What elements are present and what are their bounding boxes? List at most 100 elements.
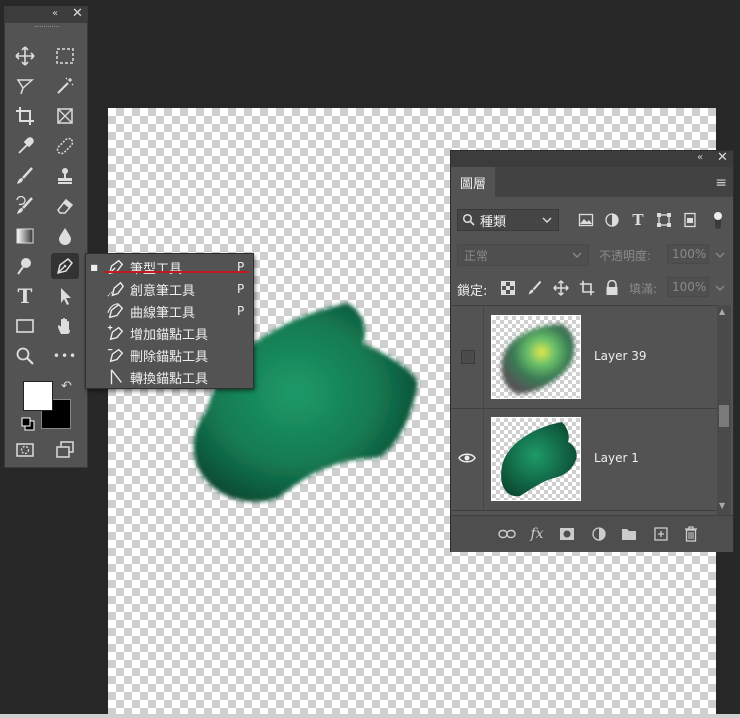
flyout-item-add-anchor[interactable]: 增加錨點工具	[86, 322, 253, 344]
new-layer-button[interactable]	[651, 524, 671, 544]
lock-all-icon[interactable]	[605, 280, 619, 296]
filter-type-button[interactable]: T	[629, 211, 647, 229]
adjustment-layer-button[interactable]	[589, 524, 609, 544]
quick-mask-icon	[16, 443, 34, 457]
move-tool[interactable]	[11, 43, 39, 69]
panel-menu-icon[interactable]: ≡	[715, 175, 727, 191]
eraser-icon	[57, 198, 74, 214]
flyout-item-freeform-pen[interactable]: 創意筆工具 P	[86, 278, 253, 300]
lock-position-icon[interactable]	[553, 280, 569, 296]
filter-smart-object-button[interactable]	[681, 211, 699, 229]
eyedropper-tool[interactable]	[11, 133, 39, 159]
pen-tool[interactable]	[51, 253, 79, 279]
delete-layer-button[interactable]	[681, 524, 701, 544]
arrow-cursor-icon	[61, 288, 71, 305]
flyout-item-pen[interactable]: ■ 筆型工具 P	[86, 256, 253, 278]
scroll-down-icon[interactable]: ▼	[719, 501, 725, 510]
shape-icon	[657, 213, 671, 227]
type-tool[interactable]: T	[11, 283, 39, 309]
convert-point-icon	[110, 369, 122, 385]
shortcut-key: P	[237, 282, 245, 296]
path-selection-tool[interactable]	[51, 283, 79, 309]
fill-input[interactable]: 100%	[667, 277, 709, 297]
link-layers-button[interactable]	[497, 524, 517, 544]
gradient-tool[interactable]	[11, 223, 39, 249]
bandage-icon	[56, 137, 74, 155]
opacity-input[interactable]: 100%	[667, 244, 709, 264]
frame-tool[interactable]	[51, 103, 79, 129]
blur-tool[interactable]	[51, 223, 79, 249]
lock-transparent-pixels-icon[interactable]	[501, 281, 515, 295]
healing-brush-tool[interactable]	[51, 133, 79, 159]
visibility-toggle[interactable]	[457, 448, 477, 468]
scroll-up-icon[interactable]: ▲	[719, 307, 725, 316]
filter-shape-button[interactable]	[655, 211, 673, 229]
eraser-tool[interactable]	[51, 193, 79, 219]
lock-image-pixels-icon[interactable]	[527, 280, 543, 296]
filter-pixel-button[interactable]	[577, 211, 595, 229]
lock-artboard-icon[interactable]	[579, 280, 595, 296]
close-icon[interactable]: ✕	[717, 150, 728, 165]
clone-stamp-tool[interactable]	[51, 163, 79, 189]
opacity-label: 不透明度:	[599, 249, 652, 263]
shortcut-key: P	[237, 304, 245, 318]
add-mask-button[interactable]	[557, 524, 577, 544]
default-colors-icon[interactable]	[21, 417, 35, 431]
layers-list: Layer 39 Layer 1	[451, 305, 717, 516]
flyout-item-delete-anchor[interactable]: 刪除錨點工具	[86, 344, 253, 366]
new-group-button[interactable]	[619, 524, 639, 544]
screen-mode-button[interactable]	[51, 437, 79, 463]
magic-wand-tool[interactable]	[51, 73, 79, 99]
history-brush-icon	[16, 196, 33, 214]
chevron-down-icon	[542, 217, 552, 223]
flyout-item-label: 創意筆工具	[130, 283, 196, 299]
quick-mask-button[interactable]	[11, 437, 39, 463]
layers-panel-header[interactable]: « ✕	[451, 150, 733, 167]
hand-tool[interactable]	[51, 313, 79, 339]
flyout-item-convert-point[interactable]: 轉換錨點工具	[86, 366, 253, 388]
flyout-item-curvature-pen[interactable]: 曲線筆工具 P	[86, 300, 253, 322]
lasso-tool[interactable]	[11, 73, 39, 99]
flyout-item-label: 轉換錨點工具	[130, 371, 209, 387]
collapse-icon[interactable]: «	[697, 152, 703, 163]
dodge-tool[interactable]	[11, 253, 39, 279]
swap-colors-icon[interactable]: ↶	[61, 379, 72, 394]
marquee-tool[interactable]	[51, 43, 79, 69]
highlight-underline	[104, 271, 249, 273]
rectangle-tool[interactable]	[11, 313, 39, 339]
filter-toggle-switch[interactable]	[709, 211, 727, 229]
type-icon: T	[632, 211, 644, 229]
collapse-icon[interactable]: «	[52, 8, 58, 19]
brush-tool[interactable]	[11, 163, 39, 189]
link-icon	[498, 529, 516, 539]
type-icon: T	[17, 284, 33, 308]
chevron-down-icon[interactable]	[715, 283, 725, 293]
crop-tool[interactable]	[11, 103, 39, 129]
layer-name[interactable]: Layer 1	[594, 451, 639, 465]
delete-anchor-icon	[107, 348, 124, 363]
blend-row: 正常 不透明度: 100%	[457, 244, 731, 266]
tools-panel-header[interactable]: « ✕	[5, 6, 87, 23]
canvas-bottom-edge	[0, 714, 740, 718]
zoom-tool[interactable]	[11, 343, 39, 369]
layers-scrollbar[interactable]: ▲ ▼	[717, 305, 731, 515]
filter-kind-select[interactable]: 種類	[457, 209, 559, 231]
image-icon	[578, 213, 594, 227]
history-brush-tool[interactable]	[11, 193, 39, 219]
blend-mode-select[interactable]: 正常	[457, 244, 589, 266]
layer-style-button[interactable]: fx	[527, 524, 547, 544]
layer-row[interactable]: Layer 1	[451, 408, 717, 511]
panel-grip[interactable]	[35, 26, 59, 29]
layer-row[interactable]: Layer 39	[451, 306, 717, 409]
foreground-color-swatch[interactable]	[23, 381, 53, 411]
scroll-thumb[interactable]	[719, 405, 729, 427]
chevron-down-icon[interactable]	[715, 250, 725, 260]
gradient-icon	[16, 228, 34, 244]
layer-thumbnail	[491, 417, 581, 501]
layer-name[interactable]: Layer 39	[594, 349, 647, 363]
filter-adjustment-button[interactable]	[603, 211, 621, 229]
more-tools[interactable]: •••	[51, 343, 79, 369]
close-icon[interactable]: ✕	[72, 6, 83, 21]
tab-layers[interactable]: 圖層	[451, 167, 495, 197]
visibility-toggle[interactable]	[461, 350, 475, 364]
